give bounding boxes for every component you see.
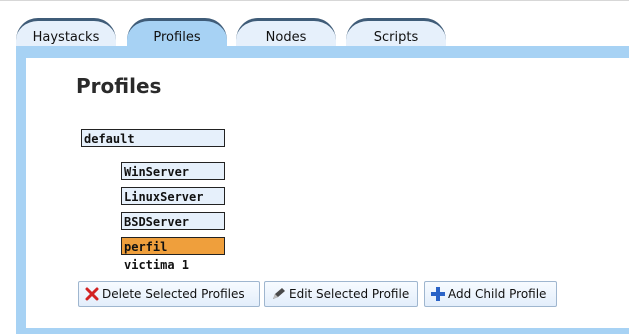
content-area: Profiles default WinServer LinuxServer B… (26, 58, 629, 328)
profile-item-perfil-victima-1[interactable]: perfil victima 1 (121, 237, 225, 272)
tab-panel: Profiles default WinServer LinuxServer B… (16, 46, 629, 334)
tab-nodes[interactable]: Nodes (236, 18, 336, 48)
delete-selected-profiles-button[interactable]: Delete Selected Profiles (78, 281, 260, 307)
edit-selected-profile-button[interactable]: Edit Selected Profile (264, 281, 418, 307)
tab-haystacks[interactable]: Haystacks (16, 18, 116, 48)
tab-profiles[interactable]: Profiles (127, 18, 227, 48)
add-child-button-label: Add Child Profile (448, 287, 547, 301)
plus-icon (431, 287, 445, 301)
pencil-icon (273, 288, 285, 299)
add-child-profile-button[interactable]: Add Child Profile (424, 281, 557, 307)
profile-item-default[interactable]: default (81, 129, 225, 147)
edit-button-label: Edit Selected Profile (289, 287, 410, 301)
profile-item-winserver[interactable]: WinServer (121, 162, 225, 180)
top-border-line (0, 0, 629, 5)
delete-x-icon (85, 287, 99, 301)
profile-item-bsdserver[interactable]: BSDServer (121, 212, 225, 230)
profile-item-linuxserver[interactable]: LinuxServer (121, 187, 225, 205)
tab-scripts[interactable]: Scripts (346, 18, 446, 48)
delete-button-label: Delete Selected Profiles (102, 287, 245, 301)
page-title: Profiles (76, 74, 162, 98)
